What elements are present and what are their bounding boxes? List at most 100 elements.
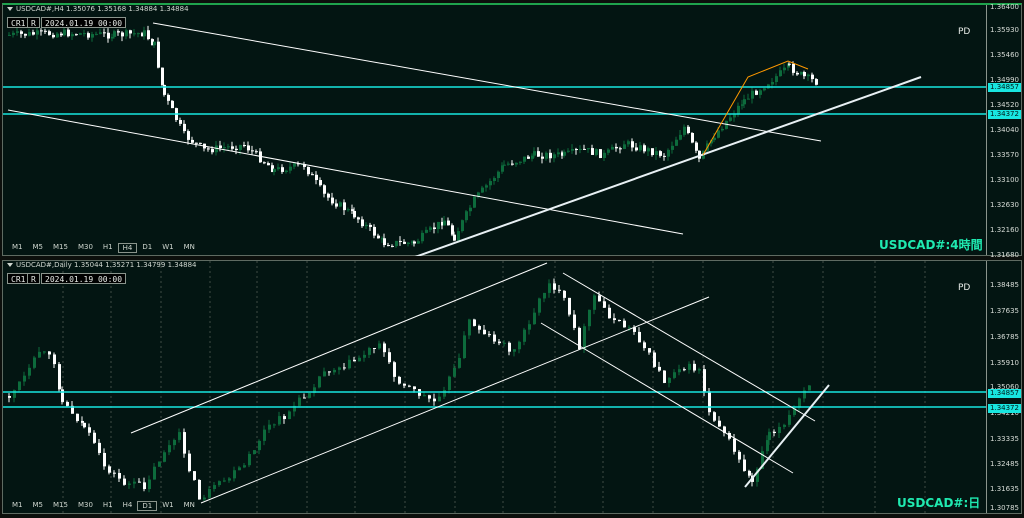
dropdown-triangle-icon[interactable] <box>7 263 13 267</box>
tf-m5[interactable]: M5 <box>28 501 49 511</box>
r-indicator-box[interactable]: R <box>27 273 40 284</box>
candle-body <box>167 94 170 101</box>
level-tag: 1.34857 <box>988 83 1021 92</box>
candle-body <box>653 352 656 367</box>
candle-body <box>361 219 364 227</box>
tf-w1[interactable]: W1 <box>157 501 178 511</box>
candle-body <box>191 139 194 143</box>
candle-body <box>673 372 676 378</box>
candle-body <box>267 163 270 166</box>
candle-body <box>713 137 716 141</box>
candle-body <box>95 33 98 35</box>
tf-d1[interactable]: D1 <box>137 501 158 511</box>
candle-body <box>457 231 460 241</box>
candle-body <box>8 34 11 36</box>
candle-body <box>63 29 66 36</box>
tf-m15[interactable]: M15 <box>48 501 73 511</box>
tf-w1[interactable]: W1 <box>157 243 178 253</box>
candle-body <box>53 354 56 365</box>
candle-body <box>219 145 222 148</box>
tf-d1[interactable]: D1 <box>137 243 157 253</box>
tf-mn[interactable]: MN <box>179 501 200 511</box>
candle-body <box>503 342 506 344</box>
candle-body <box>627 141 630 145</box>
tf-m1[interactable]: M1 <box>7 501 28 511</box>
candle-body <box>343 202 346 211</box>
chart-title-text: USDCAD#,Daily 1.35044 1.35271 1.34799 1.… <box>16 261 197 269</box>
candle-body <box>76 413 79 421</box>
tf-h4[interactable]: H4 <box>117 243 138 253</box>
candle-body <box>448 376 451 390</box>
tf-h1[interactable]: H1 <box>98 243 118 253</box>
candle-body <box>523 156 526 162</box>
candle-body <box>113 31 116 37</box>
candle-body <box>498 341 501 344</box>
candle-body <box>255 151 258 153</box>
price-plot-area[interactable]: USDCAD#,H4 1.35076 1.35168 1.34884 1.348… <box>3 5 987 256</box>
tf-h4[interactable]: H4 <box>118 501 138 511</box>
r-indicator-box[interactable]: R <box>27 17 40 28</box>
candle-body <box>663 370 666 383</box>
tf-m30[interactable]: M30 <box>73 243 98 253</box>
candlestick-chart-h4[interactable] <box>3 5 987 256</box>
dropdown-triangle-icon[interactable] <box>7 7 13 11</box>
candle-body <box>683 369 686 371</box>
candle-body <box>157 41 160 68</box>
candle-body <box>373 347 376 349</box>
candle-body <box>796 72 799 75</box>
candle-body <box>171 100 174 109</box>
tf-m30[interactable]: M30 <box>73 501 98 511</box>
chart-label: USDCAD#:日 <box>897 496 981 510</box>
candle-body <box>81 420 84 423</box>
candle-body <box>13 390 16 398</box>
candle-body <box>527 156 530 159</box>
tf-mn[interactable]: MN <box>179 243 200 253</box>
price-plot-area[interactable]: USDCAD#,Daily 1.35044 1.35271 1.34799 1.… <box>3 261 987 513</box>
candle-body <box>147 30 150 40</box>
price-axis[interactable]: 1.38485 1.37635 1.36785 1.35910 1.35060 … <box>986 261 1021 513</box>
candle-body <box>315 174 318 181</box>
candle-body <box>489 181 492 186</box>
candle-body <box>263 162 266 164</box>
candle-body <box>733 438 736 452</box>
candle-body <box>251 150 254 152</box>
candle-body <box>773 431 776 434</box>
candle-body <box>108 466 111 473</box>
candle-body <box>18 381 21 391</box>
candle-body <box>759 90 762 95</box>
candle-body <box>658 366 661 371</box>
candle-body <box>463 335 466 359</box>
tf-h1[interactable]: H1 <box>98 501 118 511</box>
candle-body <box>28 367 31 376</box>
tf-m15[interactable]: M15 <box>48 243 73 253</box>
candle-body <box>335 203 338 207</box>
price-tick: 1.36785 <box>990 333 1019 341</box>
candle-body <box>413 241 416 244</box>
tf-m1[interactable]: M1 <box>7 243 28 253</box>
candle-body <box>519 161 522 163</box>
candle-body <box>125 30 128 37</box>
candle-body <box>378 343 381 349</box>
chart-pane-h4[interactable]: USDCAD#,H4 1.35076 1.35168 1.34884 1.348… <box>2 3 1022 259</box>
candle-body <box>38 351 41 358</box>
candle-body <box>207 148 210 150</box>
price-tick: 1.32485 <box>990 460 1019 468</box>
candle-body <box>248 454 251 466</box>
candle-body <box>695 142 698 151</box>
candle-body <box>583 148 586 150</box>
candle-body <box>713 412 716 421</box>
candle-body <box>163 452 166 462</box>
candlestick-chart-daily[interactable] <box>3 261 987 513</box>
candle-body <box>788 414 791 425</box>
tf-m5[interactable]: M5 <box>28 243 49 253</box>
candle-body <box>333 369 336 373</box>
candle-body <box>399 240 402 242</box>
candle-body <box>545 152 548 159</box>
candle-body <box>635 147 638 151</box>
candle-body <box>638 331 641 343</box>
chart-pane-daily[interactable]: USDCAD#,Daily 1.35044 1.35271 1.34799 1.… <box>2 260 1022 514</box>
candle-body <box>671 145 674 150</box>
candle-body <box>458 358 461 368</box>
level-tag: 1.34372 <box>988 404 1021 413</box>
price-axis[interactable]: 1.36400 1.35930 1.35460 1.34990 1.34520 … <box>986 3 1021 259</box>
